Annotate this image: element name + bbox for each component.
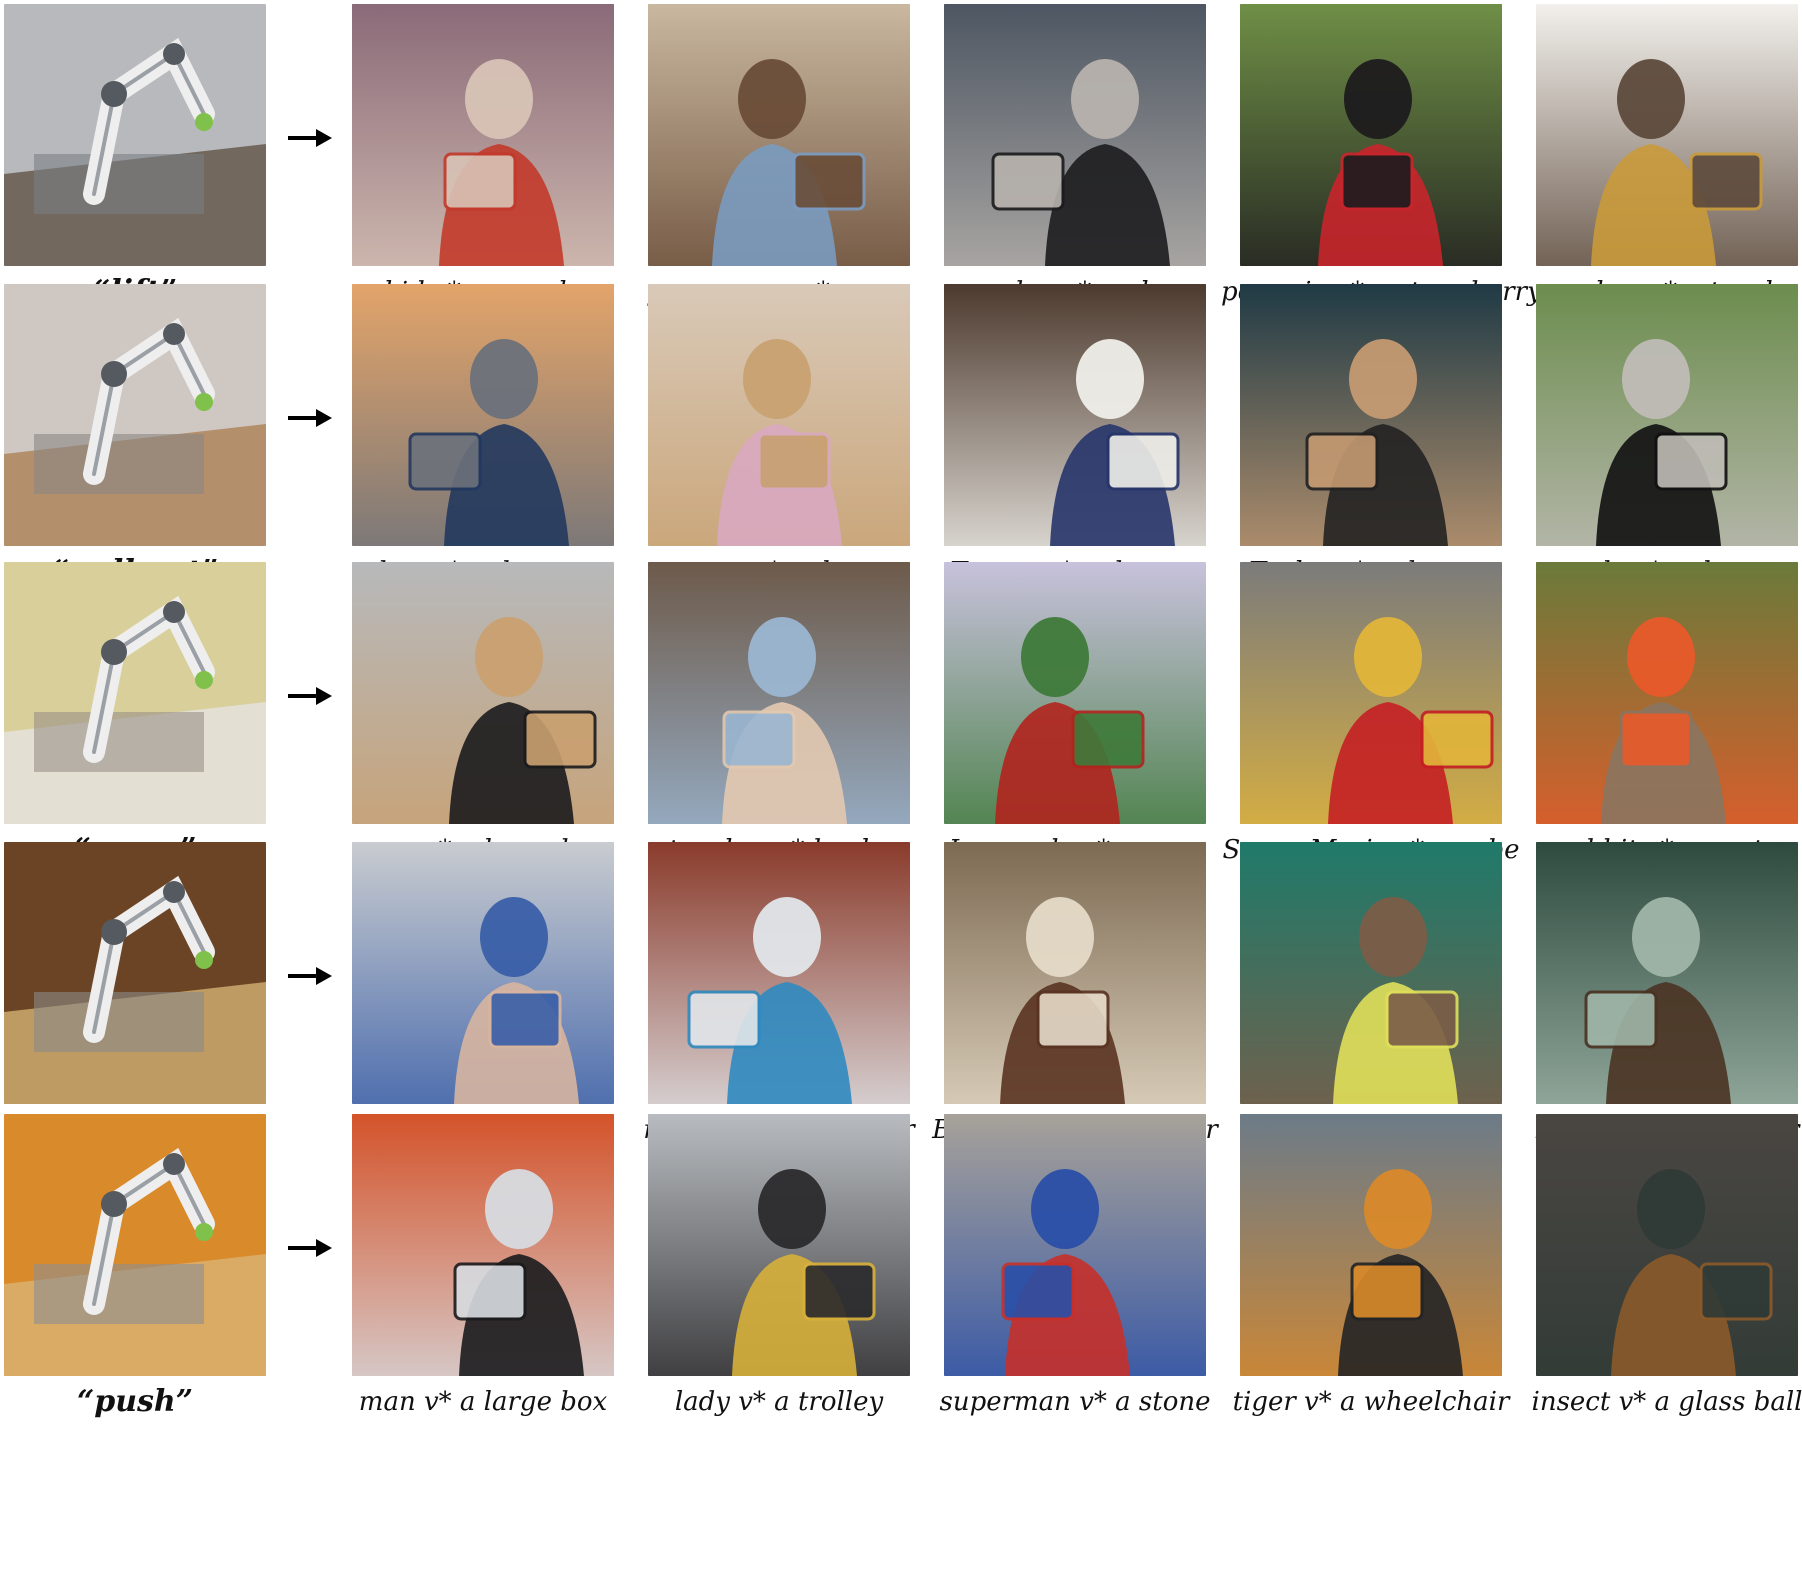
robot-demo-image xyxy=(4,842,266,1104)
generated-image xyxy=(352,842,614,1104)
generated-image xyxy=(1240,562,1502,824)
generated-image xyxy=(944,284,1206,546)
generated-image xyxy=(648,842,910,1104)
generated-image xyxy=(352,284,614,546)
robot-demo-image xyxy=(4,1114,266,1376)
arrow-right-icon xyxy=(288,967,332,985)
image-caption: man v* a large box xyxy=(358,1387,608,1417)
action-verb-label: “push” xyxy=(76,1384,193,1419)
image-caption: insect v* a glass ball xyxy=(1531,1387,1802,1417)
generated-image xyxy=(352,4,614,266)
robot-demo-image xyxy=(4,4,266,266)
generated-image xyxy=(1240,4,1502,266)
figure-row: “lift”kid v* an appleyoung man v* a cupg… xyxy=(0,0,1802,318)
generated-image xyxy=(944,562,1206,824)
generated-image xyxy=(352,1114,614,1376)
robot-demo-image xyxy=(4,562,266,824)
arrow-right-icon xyxy=(288,1239,332,1257)
generated-image xyxy=(1536,842,1798,1104)
image-caption: superman v* a stone xyxy=(939,1387,1211,1417)
generated-image xyxy=(1240,842,1502,1104)
generated-image xyxy=(944,842,1206,1104)
figure-grid: “lift”kid v* an appleyoung man v* a cupg… xyxy=(0,0,1802,1588)
generated-image xyxy=(944,1114,1206,1376)
generated-image xyxy=(1240,1114,1502,1376)
generated-image xyxy=(352,562,614,824)
arrow-right-icon xyxy=(288,409,332,427)
generated-image xyxy=(1536,562,1798,824)
arrow-right-icon xyxy=(288,129,332,147)
generated-image xyxy=(648,562,910,824)
image-caption: lady v* a trolley xyxy=(674,1387,884,1417)
figure-row: “push” man v* a large box lady v* a trolle… xyxy=(0,1110,1802,1428)
generated-image xyxy=(1536,1114,1798,1376)
generated-image xyxy=(1536,4,1798,266)
generated-image xyxy=(1240,284,1502,546)
generated-image xyxy=(648,1114,910,1376)
robot-demo-image xyxy=(4,284,266,546)
figure-row: “open”old man v* a fridgeman v* a house … xyxy=(0,838,1802,1156)
image-caption: tiger v* a wheelchair xyxy=(1232,1387,1510,1417)
generated-image xyxy=(1536,284,1798,546)
generated-image xyxy=(648,4,910,266)
figure-row: “pull out”boy v* a drawerwoman v* a draw… xyxy=(0,280,1802,598)
generated-image xyxy=(944,4,1206,266)
arrow-right-icon xyxy=(288,687,332,705)
figure-row: “move”man v* a large boxteacher v* books… xyxy=(0,558,1802,876)
generated-image xyxy=(648,284,910,546)
